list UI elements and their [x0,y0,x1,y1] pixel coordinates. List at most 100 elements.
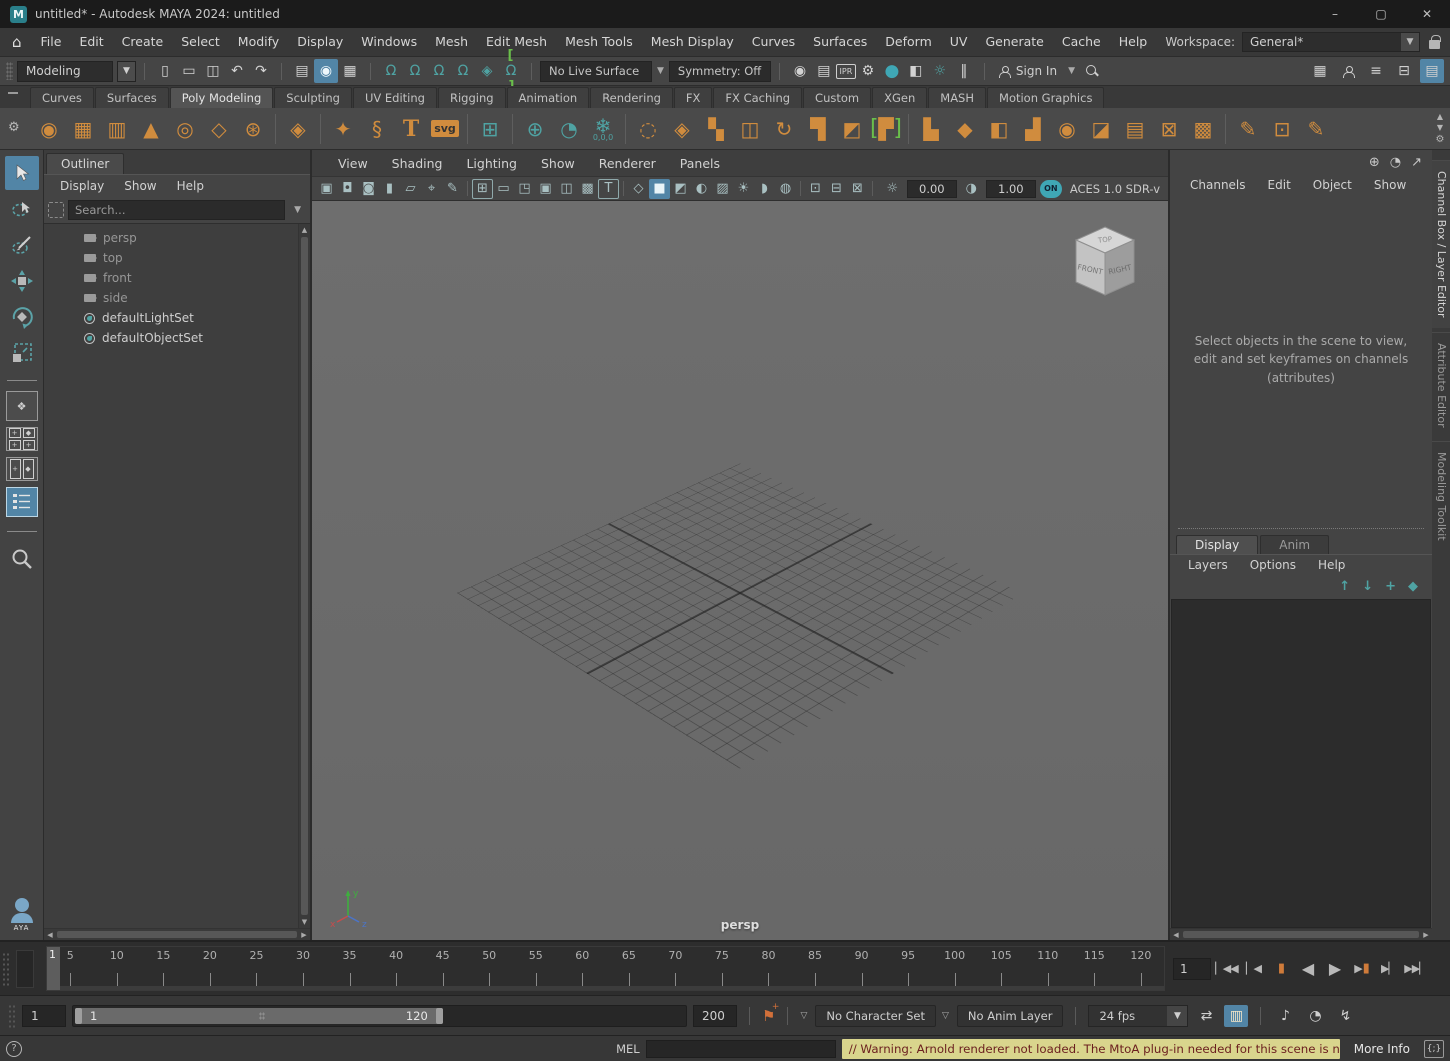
attribute-editor-toggle[interactable]: ⊟ [1392,59,1416,83]
search-icon[interactable] [1086,65,1099,78]
new-scene-icon[interactable]: ▯ [153,59,177,83]
menu-set-select[interactable]: Modeling [17,61,113,82]
sidebar-tab[interactable]: Modeling Toolkit [1432,441,1450,551]
poly-torus-icon[interactable]: ◎ [168,111,202,147]
current-frame-field[interactable] [1173,958,1211,980]
bookmark-icon[interactable]: ▮ [379,179,400,199]
exposure-icon[interactable]: ☼ [882,179,903,199]
sign-in-button[interactable]: Sign In ▼ [993,64,1086,78]
smooth-icon[interactable]: ↻ [767,111,801,147]
poly-cone-icon[interactable]: ▲ [134,111,168,147]
platonic-solid-icon[interactable]: ◈ [281,111,315,147]
flat-shade-icon[interactable]: ◐ [691,179,712,199]
paint-select-tool[interactable] [5,228,39,262]
chevron-down-icon[interactable]: ▼ [294,205,301,215]
cache-playback-icon[interactable]: ◔ [1390,155,1401,170]
ipr-render-icon[interactable]: IPR [836,64,856,79]
time-slider-ruler[interactable]: 1 51015202530354045505560657075808590951… [46,946,1165,991]
scrollbar-thumb[interactable] [301,237,308,915]
shelf-tab[interactable]: XGen [872,87,927,108]
channel-box-menu-item[interactable]: Channels [1180,178,1256,192]
symmetry-object-icon[interactable]: ◈ [665,111,699,147]
combine-icon[interactable]: ▚ [699,111,733,147]
layer-editor-toggle[interactable]: ▤ [1420,59,1444,83]
lattice-icon[interactable]: ⊡ [1265,111,1299,147]
make-object-live-icon[interactable]: Ω [499,59,523,83]
layer-editor-tab[interactable]: Display [1176,535,1258,554]
crease-icon[interactable]: ▩ [1186,111,1220,147]
separate-icon[interactable]: ◫ [733,111,767,147]
mel-label[interactable]: MEL [616,1042,640,1056]
poly-type-icon[interactable]: T [394,111,428,147]
minimize-button[interactable]: – [1312,0,1358,28]
current-time-marker[interactable]: 1 [47,947,60,990]
sculpt-curve-icon[interactable]: ✎ [1299,111,1333,147]
menu-item[interactable]: Display [288,28,352,56]
use-all-lights-icon[interactable]: ☀ [733,179,754,199]
menu-item[interactable]: Edit [70,28,112,56]
range-start-handle[interactable] [75,1008,82,1024]
sweep-mesh-icon[interactable]: ⊞ [473,111,507,147]
gamma-field[interactable] [986,180,1036,198]
sidebar-tab[interactable]: Attribute Editor [1432,332,1450,438]
auto-keyframe-icon[interactable]: ↯ [1333,1005,1357,1027]
snap-to-projected-center-icon[interactable]: Ω [451,59,475,83]
gear-icon[interactable]: ⚙ [8,120,20,135]
outliner-menu-item[interactable]: Display [52,179,112,193]
scale-tool[interactable] [5,336,39,370]
viewport-menu-item[interactable]: Lighting [454,156,529,171]
viewport-canvas[interactable]: TOP FRONT RIGHT y x z persp [312,201,1168,940]
render-view-icon[interactable]: ◉ [788,59,812,83]
save-scene-icon[interactable]: ◫ [201,59,225,83]
boolean-icon[interactable]: ▜ [801,111,835,147]
panel-divider[interactable] [1178,528,1424,529]
viewport-menu-item[interactable]: Renderer [587,156,668,171]
textured-icon[interactable]: ▨ [712,179,733,199]
more-info-button[interactable]: More Info [1346,1042,1418,1056]
safe-action-icon[interactable]: ▩ [577,179,598,199]
outliner-tab[interactable]: Outliner [46,153,124,174]
anim-layer-select[interactable]: No Anim Layer [957,1005,1064,1027]
bookmark-add-icon[interactable]: ⚑ [762,1007,775,1025]
render-settings-icon[interactable]: ⚙ [856,59,880,83]
range-slider-track[interactable]: 1 120 [72,1005,687,1027]
animation-start-field[interactable] [22,1005,66,1027]
chevron-down-icon[interactable]: ▽ [800,1011,807,1021]
four-pane-layout-button[interactable]: +◆++ [6,427,38,451]
drag-grip[interactable] [8,1004,16,1028]
quad-draw-icon[interactable]: ◌ [631,111,665,147]
step-forward-frame-button[interactable]: ▶▏ [1375,956,1402,982]
user-avatar[interactable]: AYA [11,898,33,932]
range-end-handle[interactable] [436,1008,443,1024]
layer-list[interactable] [1171,599,1431,929]
gamma-icon[interactable]: ◑ [961,179,982,199]
mel-input[interactable] [646,1040,836,1058]
outliner-item[interactable]: defaultLightSet [44,308,298,328]
animation-preferences-icon[interactable]: ▥ [1224,1005,1248,1027]
snap-to-origin-icon[interactable]: ❄0,0,0 [586,111,620,147]
drag-grip[interactable] [6,62,13,80]
select-hierarchy-icon[interactable]: ▤ [290,59,314,83]
xray-icon[interactable]: ⊟ [826,179,847,199]
menu-item[interactable]: Cache [1053,28,1110,56]
redo-icon[interactable]: ↷ [249,59,273,83]
single-pane-layout-button[interactable]: ❖ [6,391,38,421]
shelf-tab[interactable]: Custom [803,87,871,108]
menu-item[interactable]: Surfaces [804,28,876,56]
chevron-down-icon[interactable]: ▼ [117,61,136,82]
loop-icon[interactable]: ⇄ [1194,1005,1218,1027]
view-cube[interactable]: TOP FRONT RIGHT [1068,223,1142,303]
svg-icon[interactable]: svg [428,111,462,147]
undo-icon[interactable]: ↶ [225,59,249,83]
exposure-field[interactable] [907,180,957,198]
outliner-persp-layout-button[interactable] [6,487,38,517]
poly-plane-icon[interactable]: ◇ [202,111,236,147]
lasso-tool[interactable] [5,192,39,226]
scroll-up-icon[interactable]: ▲ [299,224,310,236]
snap-to-grids-icon[interactable]: Ω [379,59,403,83]
layer-editor-menu-item[interactable]: Options [1240,558,1306,572]
menu-item[interactable]: UV [941,28,977,56]
chevron-down-icon[interactable]: ▼ [657,66,664,76]
grid-icon[interactable]: ⊞ [472,179,493,199]
wireframe-on-shaded-icon[interactable]: ◩ [670,179,691,199]
